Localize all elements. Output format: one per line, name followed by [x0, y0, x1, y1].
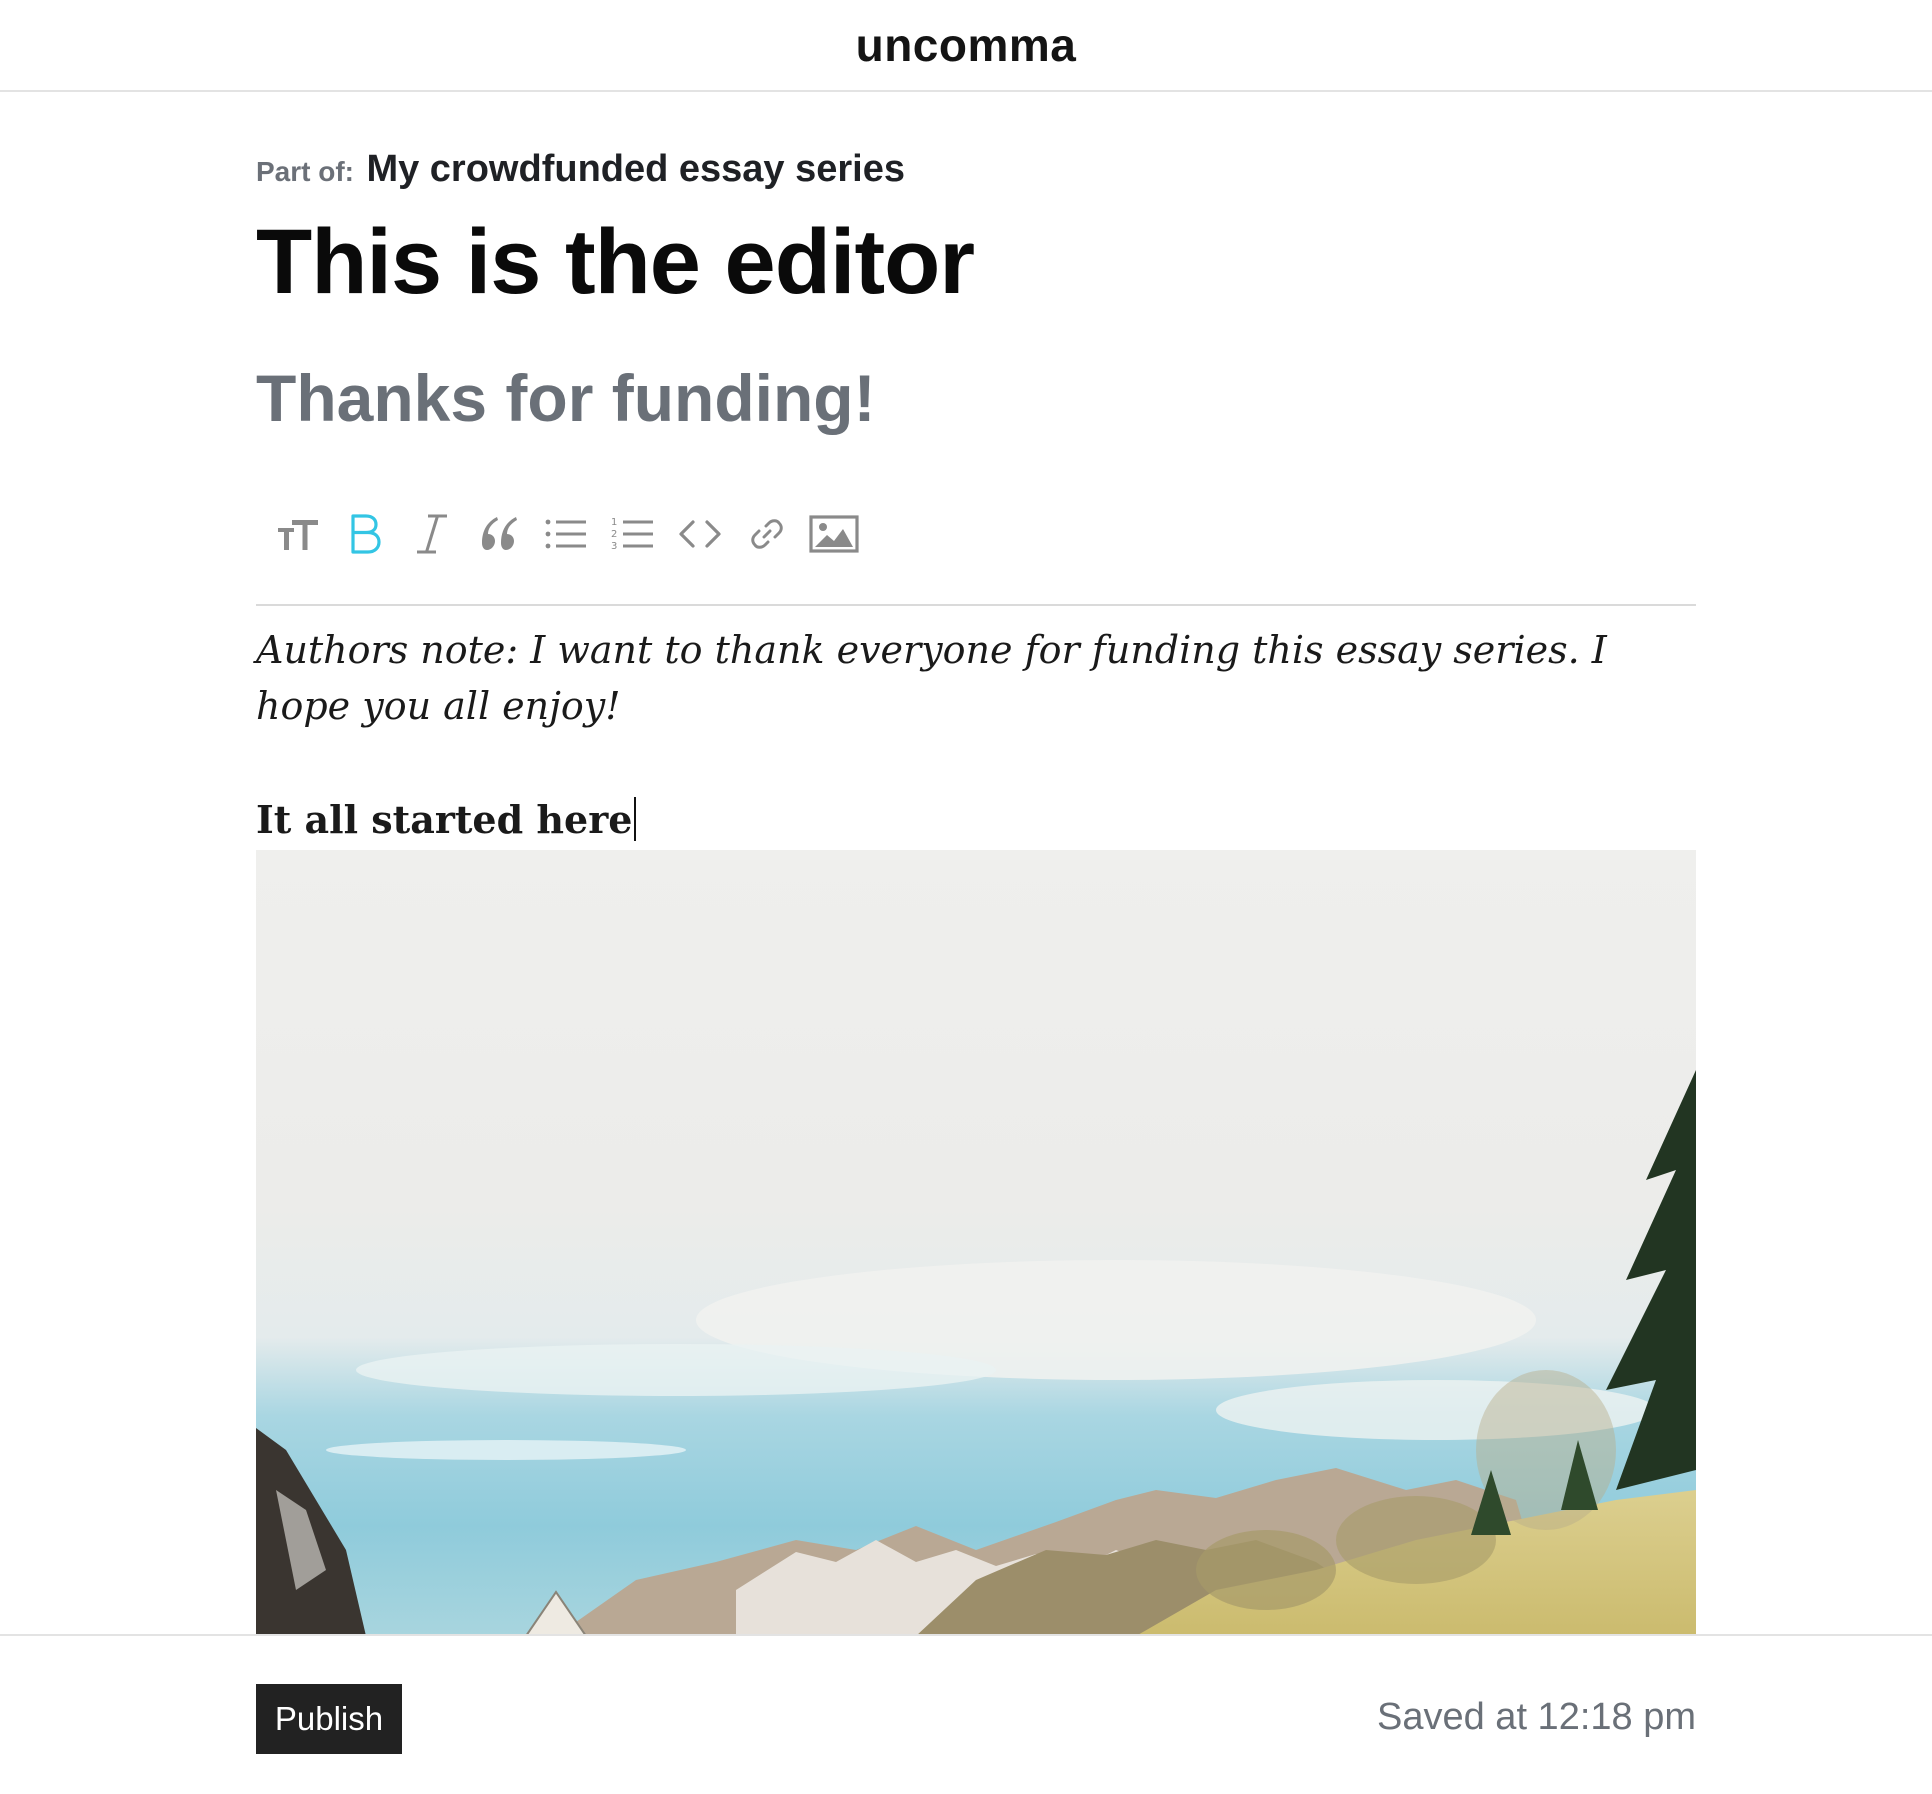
numbered-list-button[interactable]: 1 2 3 — [599, 506, 666, 562]
image-icon — [808, 515, 859, 553]
code-icon — [678, 520, 721, 548]
italic-icon — [416, 514, 447, 554]
toolbar-divider — [256, 604, 1696, 606]
text-cursor — [634, 797, 637, 841]
part-of-label: Part of: — [256, 156, 354, 187]
bulleted-list-button[interactable] — [532, 506, 599, 562]
svg-text:1: 1 — [611, 517, 617, 528]
publish-button[interactable]: Publish — [256, 1684, 402, 1754]
italic-button[interactable] — [398, 506, 465, 562]
bold-button[interactable] — [331, 506, 398, 562]
post-title-field[interactable]: This is the editor — [256, 210, 975, 315]
editor-page: uncomma Part of: My crowdfunded essay se… — [0, 0, 1932, 1794]
post-subtitle-field[interactable]: Thanks for funding! — [256, 360, 876, 436]
bulleted-list-icon — [545, 519, 586, 549]
code-button[interactable] — [666, 506, 733, 562]
bold-icon — [350, 514, 381, 554]
svg-text:2: 2 — [611, 529, 617, 540]
landscape-photo — [256, 850, 1696, 1636]
editor-footer: Publish Saved at 12:18 pm — [0, 1634, 1932, 1794]
embedded-photo[interactable] — [256, 850, 1696, 1636]
numbered-list-icon: 1 2 3 — [611, 517, 653, 552]
series-line: Part of: My crowdfunded essay series — [256, 148, 905, 191]
svg-text:3: 3 — [611, 541, 617, 552]
section-heading-text: It all started here — [256, 797, 633, 842]
section-heading[interactable]: It all started here — [256, 792, 637, 848]
link-button[interactable] — [733, 506, 800, 562]
quote-icon — [481, 517, 517, 550]
link-icon — [750, 519, 783, 549]
text-size-icon — [277, 520, 318, 550]
quote-button[interactable] — [465, 506, 532, 562]
text-size-button[interactable] — [264, 506, 331, 562]
series-title[interactable]: My crowdfunded essay series — [366, 148, 905, 190]
site-logo[interactable]: uncomma — [0, 18, 1932, 72]
formatting-toolbar: 1 2 3 — [264, 506, 867, 562]
save-status: Saved at 12:18 pm — [1377, 1696, 1696, 1738]
authors-note-paragraph[interactable]: Authors note: I want to thank everyone f… — [256, 622, 1696, 734]
top-bar: uncomma — [0, 0, 1932, 92]
insert-image-button[interactable] — [800, 506, 867, 562]
